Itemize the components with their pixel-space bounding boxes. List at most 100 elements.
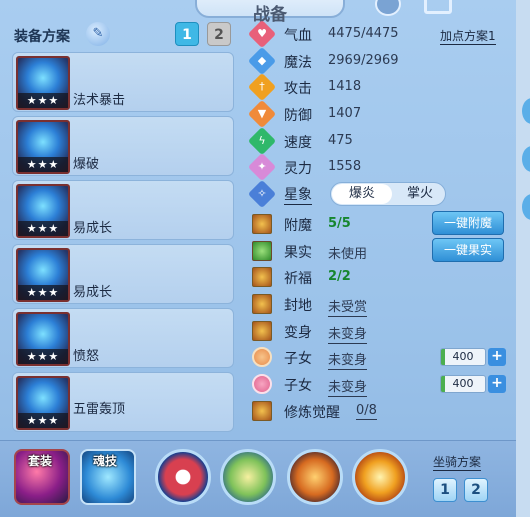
feature-value-link[interactable]: 未变身 [328,349,368,371]
feature-row-transform: 变身 未变身 [248,319,513,346]
skill-icon[interactable] [352,449,408,505]
stat-label: 灵力 [284,161,312,178]
stat-value: 1558 [328,159,362,175]
stat-row-spirit: ✦ 灵力 1558 [247,153,513,182]
skill-icon[interactable] [287,449,343,505]
stat-row-attack: † 攻击 1418 [247,73,513,102]
mount-tab-2[interactable]: 2 [464,478,488,502]
feature-label: 果实 [284,244,312,261]
star-rating: ★★★ [18,157,68,172]
feature-value-link[interactable]: 未变身 [328,376,368,398]
stat-row-mp: ◆ 魔法 2969/2969 [247,46,513,76]
stat-row-hp: ♥ 气血 4475/4475 加点方案1 [247,19,513,49]
side-orb-icon[interactable] [522,146,530,172]
stat-value: 475 [328,132,353,148]
soul-skill-label: 魂技 [93,454,118,468]
stat-value: 4475/4475 [328,26,399,41]
stat-value: 1418 [328,79,362,95]
spirit-icon: ✦ [247,153,277,182]
stat-label: 速度 [284,134,312,151]
equipment-name: 愤怒 [73,349,100,364]
feature-label: 变身 [284,324,312,341]
help-icon[interactable] [375,0,401,16]
feature-value-link[interactable]: 0/8 [356,403,377,420]
star-rating: ★★★ [18,285,68,300]
star-sign-label[interactable]: 星象 [284,184,312,205]
feature-row-fief: 封地 未受赏 [248,292,513,319]
feature-row-child: 子女 未变身 400 + [248,372,513,399]
feature-row-blessing: 祈福 2/2 [248,265,513,292]
add-button[interactable]: + [488,348,506,367]
right-side-panel [516,0,530,517]
shield-icon: ▼ [247,99,277,129]
quantity-value: 400 [440,348,486,367]
equipment-slot[interactable]: ★★★ 易成长 [12,180,234,240]
stat-label: 防御 [284,108,312,125]
equipment-slot[interactable]: ★★★ 五雷轰顶 [12,372,234,432]
feature-label: 附魔 [284,218,312,234]
fruit-icon [252,240,272,261]
star-sign-row: ✧ 星象 爆炎 掌火 [247,179,448,209]
star-sign-option[interactable]: 掌火 [395,184,445,204]
stat-value: 2969/2969 [328,52,399,68]
point-scheme-link[interactable]: 加点方案1 [440,27,496,45]
star-rating: ★★★ [18,413,68,428]
equipment-tab-1[interactable]: 1 [175,22,199,46]
stat-row-defense: ▼ 防御 1407 [247,99,513,129]
set-label: 套装 [28,454,53,468]
sword-icon: † [247,73,277,102]
star-sign-option-selected[interactable]: 爆炎 [332,184,392,204]
star-sign-toggle[interactable]: 爆炎 掌火 [330,182,446,206]
side-orb-icon[interactable] [522,194,530,220]
pencil-icon: ✎ [92,26,104,41]
equipment-tab-2[interactable]: 2 [207,22,231,46]
equipment-icon: ★★★ [16,120,70,174]
equipment-slot[interactable]: ★★★ 易成长 [12,244,234,304]
stat-label: 攻击 [284,81,312,98]
feature-label: 子女 [284,351,312,368]
one-click-fruit-button[interactable]: 一键果实 [432,237,504,262]
feature-row-fruit: 果实 未使用 一键果实 [248,237,513,266]
equipment-name: 易成长 [73,221,113,236]
edit-scheme-button[interactable]: ✎ [86,22,110,46]
skill-icon[interactable] [220,449,276,505]
stat-row-speed: ϟ 速度 475 [247,126,513,156]
feature-value-link[interactable]: 未变身 [328,323,368,344]
mount-tab-1[interactable]: 1 [433,478,457,502]
feature-value: 未使用 [328,246,368,262]
attribute-stats: ♥ 气血 4475/4475 加点方案1 ◆ 魔法 2969/2969 † 攻击… [247,19,513,182]
equipment-name: 爆破 [73,157,100,172]
feature-value-link[interactable]: 未受赏 [328,296,368,318]
skill-icon[interactable] [155,449,211,505]
equipment-icon: ★★★ [16,184,70,238]
heart-icon: ♥ [247,19,277,49]
blessing-icon [252,267,272,288]
lightning-icon: ϟ [247,126,277,155]
equipment-icon: ★★★ [16,312,70,366]
side-orb-icon[interactable] [522,98,530,124]
equipment-name: 五雷轰顶 [73,402,126,417]
equipment-slot[interactable]: ★★★ 愤怒 [12,308,234,368]
equipment-slot[interactable]: ★★★ 法术暴击 [12,52,234,112]
share-icon[interactable] [424,0,452,14]
feature-list: 附魔 5/5 一键附魔 果实 未使用 一键果实 祈福 2/2 封地 未受赏 变身… [248,211,513,426]
star-rating: ★★★ [18,93,68,108]
fief-icon [252,294,272,315]
feature-label: 封地 [284,298,312,315]
mount-scheme-title[interactable]: 坐骑方案 [433,453,482,471]
child-girl-icon [252,374,272,395]
stat-value: 1407 [328,106,362,122]
feature-value: 5/5 [328,216,351,231]
star-rating: ★★★ [18,221,68,236]
equipment-icon: ★★★ [16,376,70,430]
star-rating: ★★★ [18,349,68,364]
equipment-slot[interactable]: ★★★ 爆破 [12,116,234,176]
equipment-name: 易成长 [73,285,113,300]
feature-row-cultivation: 修炼觉醒 0/8 [248,399,513,426]
equipment-icon: ★★★ [16,248,70,302]
feature-value: 2/2 [328,269,351,285]
add-button[interactable]: + [488,375,506,394]
feature-row-enchant: 附魔 5/5 一键附魔 [248,211,513,239]
one-click-enchant-button[interactable]: 一键附魔 [432,211,504,235]
feature-row-child: 子女 未变身 400 + [248,345,513,372]
